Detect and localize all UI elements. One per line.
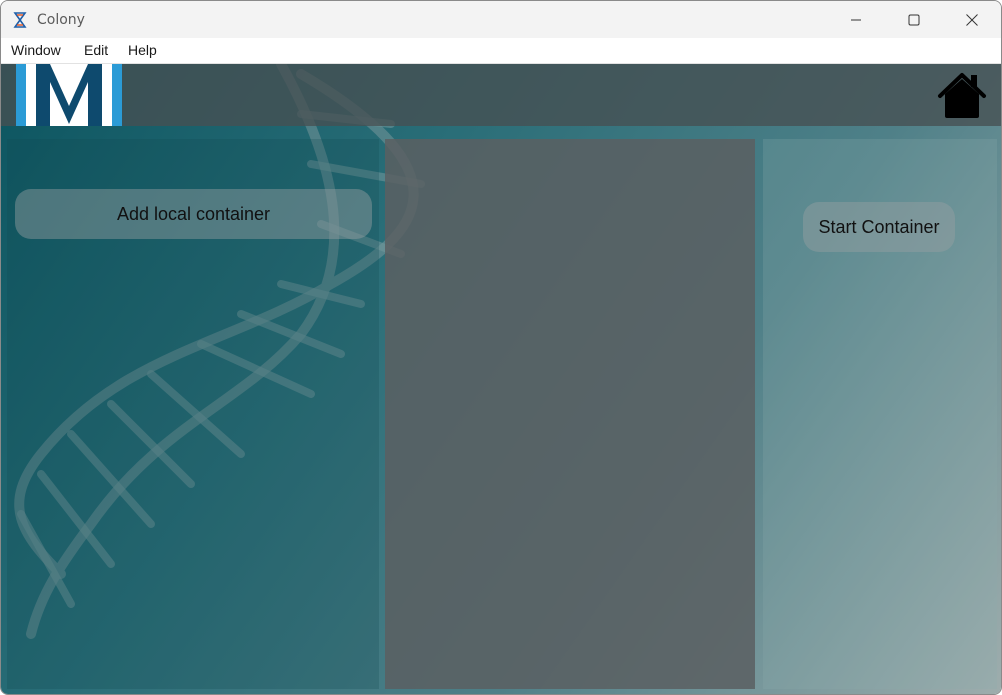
- add-local-container-button[interactable]: Add local container: [15, 189, 372, 239]
- app-window: Colony Window Edit Help Add local contai…: [0, 0, 1002, 695]
- middle-panel: [385, 139, 755, 689]
- minimize-icon: [851, 19, 861, 21]
- close-button[interactable]: [943, 1, 1001, 38]
- dna-hourglass-icon: [13, 12, 27, 28]
- logo-icon: [16, 64, 122, 126]
- main-content: Add local container Start Container: [1, 64, 1001, 694]
- close-icon: [966, 14, 978, 26]
- menu-bar: Window Edit Help: [1, 38, 1001, 64]
- menu-edit[interactable]: Edit: [84, 42, 108, 58]
- menu-window[interactable]: Window: [11, 42, 61, 58]
- menu-help[interactable]: Help: [128, 42, 157, 58]
- title-bar[interactable]: Colony: [1, 1, 1001, 38]
- window-title: Colony: [37, 12, 85, 28]
- home-icon[interactable]: [937, 72, 987, 120]
- maximize-button[interactable]: [885, 1, 943, 38]
- maximize-icon: [908, 14, 920, 26]
- start-container-button[interactable]: Start Container: [803, 202, 955, 252]
- minimize-button[interactable]: [827, 1, 885, 38]
- header-bar: [1, 64, 1001, 126]
